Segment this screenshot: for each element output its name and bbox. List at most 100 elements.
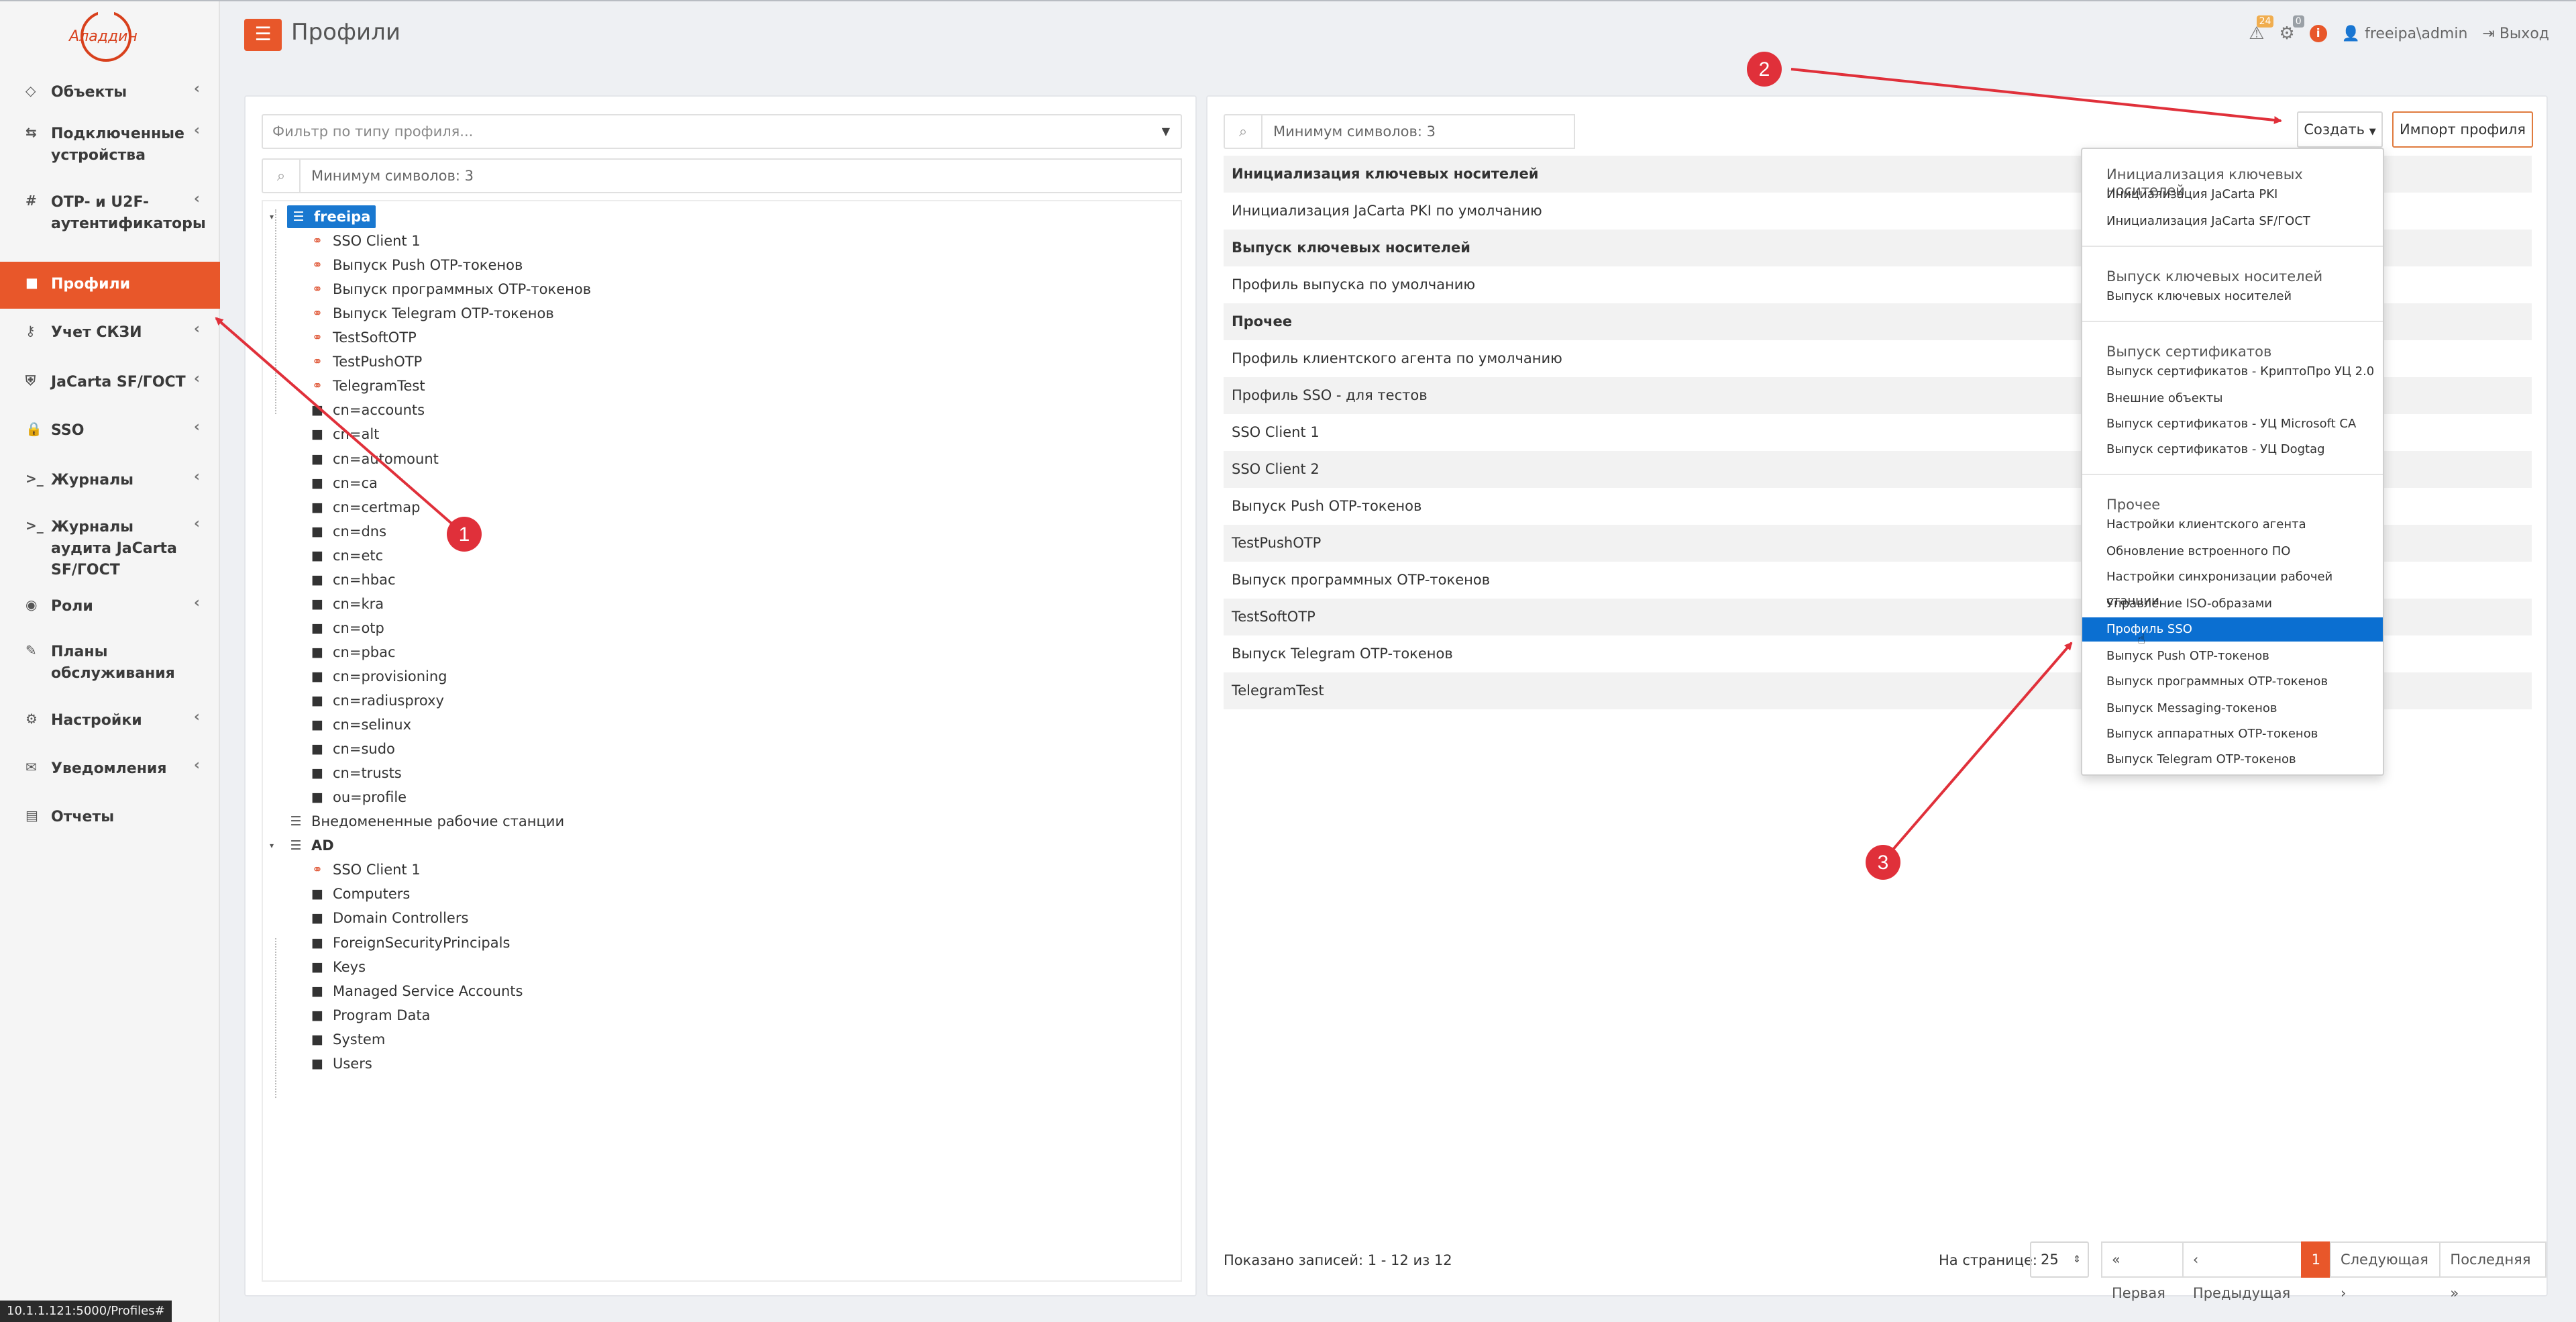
tree-node-label: Keys <box>333 959 366 975</box>
sidebar-item[interactable]: >_ Журналы ‹ <box>0 459 220 506</box>
dropdown-divider <box>2082 246 2383 247</box>
chevron-left-icon: ‹ <box>193 468 200 485</box>
dropdown-item[interactable]: Выпуск Push OTP-токенов <box>2082 644 2383 668</box>
create-button[interactable]: Создать ▼ <box>2297 111 2383 148</box>
tree-node[interactable]: ☰ freeipa ▾ <box>270 205 376 228</box>
tree-node[interactable]: ☰ AD ▾ <box>270 834 334 857</box>
per-page-select[interactable]: 25 ⇕ <box>2030 1241 2089 1278</box>
tree-node[interactable]: ■ cn=pbac <box>309 641 396 664</box>
tree-node[interactable]: ■ cn=dns <box>309 520 386 543</box>
tasks-icon[interactable]: ⚙ 0 <box>2279 15 2304 44</box>
tree-node-label: System <box>333 1031 386 1048</box>
dropdown-item[interactable]: Инициализация JaCarta PKI <box>2082 183 2383 207</box>
expand-toggle-icon[interactable]: ▾ <box>270 212 274 221</box>
expand-toggle-icon[interactable]: ▾ <box>270 841 274 850</box>
tree-node[interactable]: ■ Managed Service Accounts <box>309 980 523 1003</box>
folder-icon: ■ <box>311 597 323 611</box>
tree-node[interactable]: ⚭ TelegramTest <box>309 374 425 397</box>
tree-node[interactable]: ■ cn=accounts <box>309 399 425 421</box>
dropdown-item[interactable]: Настройки синхронизации рабочей станции <box>2082 565 2383 608</box>
page-prev-button[interactable]: ‹ Предыдущая <box>2182 1241 2302 1301</box>
tree-node-label: cn=pbac <box>333 644 396 660</box>
import-profile-button[interactable]: Импорт профиля <box>2392 111 2533 148</box>
dropdown-item[interactable]: Выпуск ключевых носителей <box>2082 285 2383 309</box>
tree-node[interactable]: ■ cn=automount <box>309 448 439 470</box>
logout-link[interactable]: ⇥ Выход <box>2482 26 2549 42</box>
tree-node[interactable]: ■ cn=certmap <box>309 496 420 519</box>
tree-node[interactable]: ■ cn=otp <box>309 617 384 640</box>
tree-node[interactable]: ■ ou=profile <box>309 786 407 809</box>
sidebar-item[interactable]: ✎ Планы обслуживания <box>0 633 220 698</box>
tree-node[interactable]: ■ cn=sudo <box>309 738 395 760</box>
dropdown-item[interactable]: Управление ISO-образами <box>2082 592 2383 616</box>
chevron-left-icon: ‹ <box>193 515 200 532</box>
tree-node[interactable]: ⚭ SSO Client 1 <box>309 858 421 881</box>
sidebar-item[interactable]: ⇆ Подключенные устройства ‹ <box>0 115 220 183</box>
sidebar-item[interactable]: ⛨ JaCarta SF/ГОСТ ‹ <box>0 361 220 408</box>
tree-node[interactable]: ■ Keys <box>309 956 366 978</box>
search-icon[interactable]: ⌕ <box>1224 114 1263 149</box>
tree-node[interactable]: ⚭ Выпуск Push OTP-токенов <box>309 254 523 276</box>
page-current-button[interactable]: 1 <box>2300 1241 2331 1278</box>
dropdown-item[interactable]: Профиль SSO ☝ <box>2082 617 2383 647</box>
tree-node[interactable]: ■ Program Data <box>309 1004 430 1027</box>
tree-search-input[interactable]: Минимум символов: 3 <box>301 158 1182 193</box>
list-icon: ☰ <box>290 838 302 853</box>
tree-node[interactable]: ⚭ SSO Client 1 <box>309 230 421 252</box>
page-next-button[interactable]: Следующая › <box>2329 1241 2441 1301</box>
aladdin-logo[interactable]: Аладдин <box>66 7 141 66</box>
tree-node[interactable]: ⚭ Выпуск Telegram OTP-токенов <box>309 302 554 325</box>
sidebar-item[interactable]: ◉ Роли ‹ <box>0 585 220 632</box>
tree-node[interactable]: ■ cn=alt <box>309 423 379 446</box>
page-first-button[interactable]: « Первая <box>2101 1241 2184 1301</box>
hamburger-menu-button[interactable]: ☰ <box>244 19 282 51</box>
tree-node-label: cn=accounts <box>333 402 425 418</box>
sidebar-item[interactable]: ■ Профили <box>0 262 220 309</box>
sidebar-item[interactable]: ✉ Уведомления ‹ <box>0 748 220 795</box>
dropdown-item[interactable]: Инициализация JaCarta SF/ГОСТ <box>2082 209 2383 234</box>
tree-node-label: Managed Service Accounts <box>333 983 523 999</box>
tree-node[interactable]: ■ cn=trusts <box>309 762 402 784</box>
sidebar-item[interactable]: ⚙ Настройки ‹ <box>0 699 220 746</box>
user-menu[interactable]: 👤 freeipa\admin <box>2342 26 2468 42</box>
dropdown-item[interactable]: Выпуск сертификатов - УЦ Microsoft CA <box>2082 412 2383 436</box>
tree-node[interactable]: ■ cn=ca <box>309 472 378 495</box>
alerts-warning-icon[interactable]: ⚠ 24 <box>2249 15 2274 44</box>
search-icon[interactable]: ⌕ <box>262 158 301 193</box>
sidebar-item[interactable]: ▤ Отчеты <box>0 796 220 843</box>
tree-node[interactable]: ☰ Внедомененные рабочие станции <box>287 810 564 833</box>
dropdown-item[interactable]: Выпуск сертификатов - УЦ Dogtag <box>2082 438 2383 462</box>
tree-node[interactable]: ■ System <box>309 1028 385 1051</box>
dropdown-item[interactable]: Внешние объекты <box>2082 387 2383 411</box>
tree-node[interactable]: ■ Computers <box>309 882 410 905</box>
tree-node[interactable]: ■ Users <box>309 1052 372 1075</box>
dropdown-item[interactable]: Выпуск Messaging-токенов <box>2082 697 2383 721</box>
select-arrows-icon: ⇕ <box>2073 1254 2081 1265</box>
dropdown-item[interactable]: Обновление встроенного ПО <box>2082 540 2383 564</box>
sidebar-item[interactable]: >_ Журналы аудита JaCarta SF/ГОСТ ‹ <box>0 509 220 582</box>
page-last-button[interactable]: Последняя » <box>2439 1241 2546 1301</box>
dropdown-item[interactable]: Выпуск сертификатов - КриптоПро УЦ 2.0 <box>2082 360 2383 384</box>
tree-node[interactable]: ⚭ TestPushOTP <box>309 350 422 373</box>
sidebar-item[interactable]: ⚷ Учет СКЗИ ‹ <box>0 311 220 358</box>
dropdown-item[interactable]: Выпуск аппаратных OTP-токенов <box>2082 722 2383 746</box>
info-icon[interactable]: i <box>2309 25 2327 42</box>
tree-node[interactable]: ■ ForeignSecurityPrincipals <box>309 931 510 954</box>
tree-node[interactable]: ⚭ TestSoftOTP <box>309 326 417 349</box>
profiles-search-input[interactable]: Минимум символов: 3 <box>1263 114 1575 149</box>
tree-node[interactable]: ■ cn=kra <box>309 593 384 615</box>
tree-node[interactable]: ■ cn=etc <box>309 544 383 567</box>
dropdown-item[interactable]: Выпуск программных OTP-токенов <box>2082 670 2383 694</box>
dropdown-item[interactable]: Настройки клиентского агента <box>2082 513 2383 537</box>
tree-node[interactable]: ■ cn=selinux <box>309 713 411 736</box>
tree-node[interactable]: ■ cn=radiusproxy <box>309 689 444 712</box>
sidebar-item[interactable]: ◇ Объекты ‹ <box>0 71 220 115</box>
tree-node[interactable]: ■ cn=hbac <box>309 568 396 591</box>
sidebar-item[interactable]: 🔒 SSO ‹ <box>0 409 220 456</box>
tree-node[interactable]: ■ Domain Controllers <box>309 907 468 929</box>
profile-type-filter-select[interactable]: Фильтр по типу профиля... ▼ <box>262 114 1182 149</box>
sidebar-item[interactable]: # OTP- и U2F-аутентификаторы ‹ <box>0 184 220 259</box>
dropdown-item[interactable]: Выпуск Telegram OTP-токенов <box>2082 748 2383 772</box>
tree-node[interactable]: ■ cn=provisioning <box>309 665 447 688</box>
tree-node[interactable]: ⚭ Выпуск программных OTP-токенов <box>309 278 591 301</box>
